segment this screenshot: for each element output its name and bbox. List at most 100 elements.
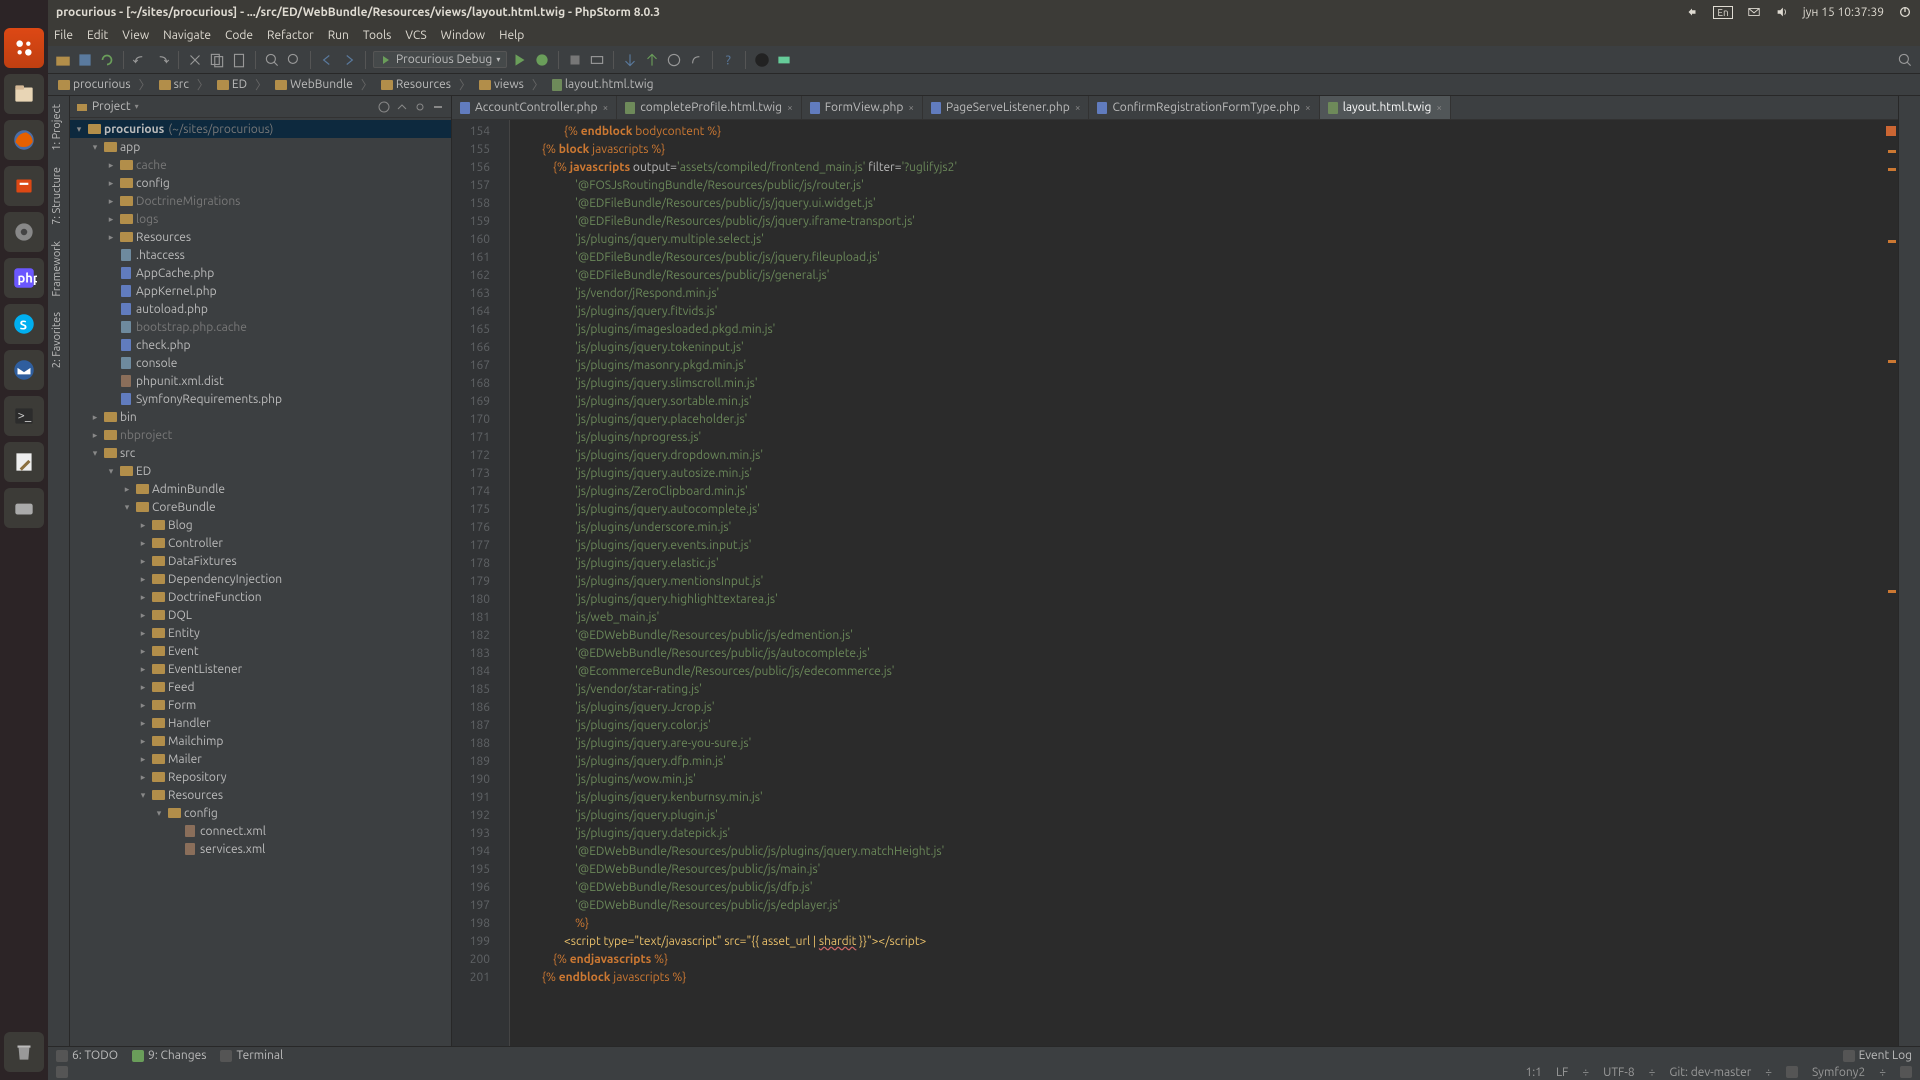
tree-expand-icon[interactable]: ▾ xyxy=(122,502,132,513)
tree-expand-icon[interactable]: ▾ xyxy=(138,790,148,801)
tree-row[interactable]: ▸bin xyxy=(70,408,451,426)
editor-tab[interactable]: layout.html.twig× xyxy=(1320,96,1451,119)
warning-mark[interactable] xyxy=(1888,150,1896,153)
run-icon[interactable] xyxy=(511,51,529,69)
tree-row[interactable]: ▸DoctrineMigrations xyxy=(70,192,451,210)
launcher-settings-icon[interactable] xyxy=(4,212,44,252)
tree-expand-icon[interactable]: ▾ xyxy=(90,448,100,459)
tree-row[interactable]: ▸Resources xyxy=(70,228,451,246)
tree-expand-icon[interactable]: ▸ xyxy=(106,160,116,171)
tree-expand-icon[interactable]: ▾ xyxy=(90,142,100,153)
tree-expand-icon[interactable]: ▾ xyxy=(154,808,164,819)
menu-vcs[interactable]: VCS xyxy=(405,29,426,42)
memory-indicator-icon[interactable] xyxy=(1900,1066,1912,1078)
tree-row[interactable]: phpunit.xml.dist xyxy=(70,372,451,390)
tree-row[interactable]: ▾CoreBundle xyxy=(70,498,451,516)
warning-mark[interactable] xyxy=(1888,360,1896,363)
stop-icon[interactable] xyxy=(566,51,584,69)
tree-expand-icon[interactable]: ▾ xyxy=(106,466,116,477)
tree-row[interactable]: services.xml xyxy=(70,840,451,858)
tree-row[interactable]: ▾ED xyxy=(70,462,451,480)
sync-icon[interactable] xyxy=(1685,5,1699,19)
collapse-all-icon[interactable] xyxy=(395,100,409,114)
launcher-files-icon[interactable] xyxy=(4,74,44,114)
run-config-dropdown[interactable]: Procurious Debug▾ xyxy=(373,51,507,68)
tree-expand-icon[interactable]: ▸ xyxy=(138,700,148,711)
code-content[interactable]: {% endblock bodycontent %} {% block java… xyxy=(510,120,1898,1046)
launcher-trash-icon[interactable] xyxy=(4,1032,44,1072)
save-icon[interactable] xyxy=(76,51,94,69)
warning-mark[interactable] xyxy=(1888,590,1896,593)
help-icon[interactable]: ? xyxy=(720,51,738,69)
menu-tools[interactable]: Tools xyxy=(363,29,392,42)
launcher-skype-icon[interactable]: S xyxy=(4,304,44,344)
tree-row[interactable]: ▸logs xyxy=(70,210,451,228)
tool-tab[interactable]: Framework xyxy=(48,233,66,305)
refresh-icon[interactable] xyxy=(98,51,116,69)
tree-expand-icon[interactable]: ▸ xyxy=(122,484,132,495)
breadcrumb-item[interactable]: layout.html.twig xyxy=(548,78,658,91)
launcher-software-icon[interactable] xyxy=(4,166,44,206)
editor-tab[interactable]: FormView.php× xyxy=(802,96,923,119)
tree-row[interactable]: ▸config xyxy=(70,174,451,192)
tree-expand-icon[interactable]: ▸ xyxy=(90,412,100,423)
tree-row[interactable]: autoload.php xyxy=(70,300,451,318)
breadcrumb-item[interactable]: procurious xyxy=(54,78,135,91)
menu-window[interactable]: Window xyxy=(441,29,485,42)
editor-body[interactable]: 154 155 156 157 158 159 160 161 162 163 … xyxy=(452,120,1898,1046)
tree-row[interactable]: ▸cache xyxy=(70,156,451,174)
tree-row[interactable]: ▾procurious(~/sites/procurious) xyxy=(70,120,451,138)
close-tab-icon[interactable]: × xyxy=(603,102,609,113)
redo-icon[interactable] xyxy=(153,51,171,69)
tree-row[interactable]: ▸nbproject xyxy=(70,426,451,444)
tree-expand-icon[interactable]: ▸ xyxy=(138,664,148,675)
tree-row[interactable]: check.php xyxy=(70,336,451,354)
tree-row[interactable]: ▸Blog xyxy=(70,516,451,534)
todo-tool-button[interactable]: 6: TODO xyxy=(56,1049,118,1062)
tree-row[interactable]: ▸Controller xyxy=(70,534,451,552)
mail-icon[interactable] xyxy=(1747,5,1761,19)
launcher-terminal-icon[interactable]: >_ xyxy=(4,396,44,436)
scroll-from-source-icon[interactable] xyxy=(377,100,391,114)
tree-row[interactable]: SymfonyRequirements.php xyxy=(70,390,451,408)
breadcrumb-item[interactable]: Resources xyxy=(377,78,455,91)
tree-expand-icon[interactable]: ▸ xyxy=(106,178,116,189)
close-tab-icon[interactable]: × xyxy=(787,102,793,113)
tree-row[interactable]: ▸Feed xyxy=(70,678,451,696)
menu-view[interactable]: View xyxy=(122,29,149,42)
launcher-device-icon[interactable] xyxy=(4,488,44,528)
vcs-commit-icon[interactable] xyxy=(643,51,661,69)
power-icon[interactable] xyxy=(1898,5,1912,19)
project-tree[interactable]: ▾procurious(~/sites/procurious)▾app▸cach… xyxy=(70,118,451,1046)
tool-tab[interactable]: 1: Project xyxy=(48,96,66,159)
tree-row[interactable]: .htaccess xyxy=(70,246,451,264)
find-icon[interactable] xyxy=(263,51,281,69)
tree-expand-icon[interactable]: ▸ xyxy=(138,682,148,693)
sf-icon-2[interactable] xyxy=(775,51,793,69)
warning-mark[interactable] xyxy=(1888,168,1896,171)
breadcrumb-item[interactable]: views xyxy=(475,78,528,91)
clock[interactable]: јун 15 10:37:39 xyxy=(1803,6,1884,19)
keyboard-layout-indicator[interactable]: En xyxy=(1713,6,1732,19)
tree-row[interactable]: console xyxy=(70,354,451,372)
tree-expand-icon[interactable]: ▸ xyxy=(106,214,116,225)
menu-run[interactable]: Run xyxy=(328,29,349,42)
volume-icon[interactable] xyxy=(1775,5,1789,19)
changes-tool-button[interactable]: 9: Changes xyxy=(132,1049,206,1062)
close-tab-icon[interactable]: × xyxy=(1436,102,1442,113)
open-file-icon[interactable] xyxy=(54,51,72,69)
tree-row[interactable]: ▸DataFixtures xyxy=(70,552,451,570)
event-log-button[interactable]: Event Log xyxy=(1843,1049,1912,1062)
tree-row[interactable]: ▸DependencyInjection xyxy=(70,570,451,588)
close-tab-icon[interactable]: × xyxy=(908,102,914,113)
line-separator[interactable]: LF xyxy=(1556,1066,1568,1079)
tree-row[interactable]: ▸DoctrineFunction xyxy=(70,588,451,606)
breadcrumb-item[interactable]: WebBundle xyxy=(271,78,357,91)
tree-row[interactable]: ▾src xyxy=(70,444,451,462)
breadcrumb-item[interactable]: src xyxy=(155,78,193,91)
tree-row[interactable]: connect.xml xyxy=(70,822,451,840)
forward-icon[interactable] xyxy=(340,51,358,69)
file-encoding[interactable]: UTF-8 xyxy=(1603,1066,1634,1079)
tree-expand-icon[interactable]: ▸ xyxy=(138,610,148,621)
undo-icon[interactable] xyxy=(131,51,149,69)
